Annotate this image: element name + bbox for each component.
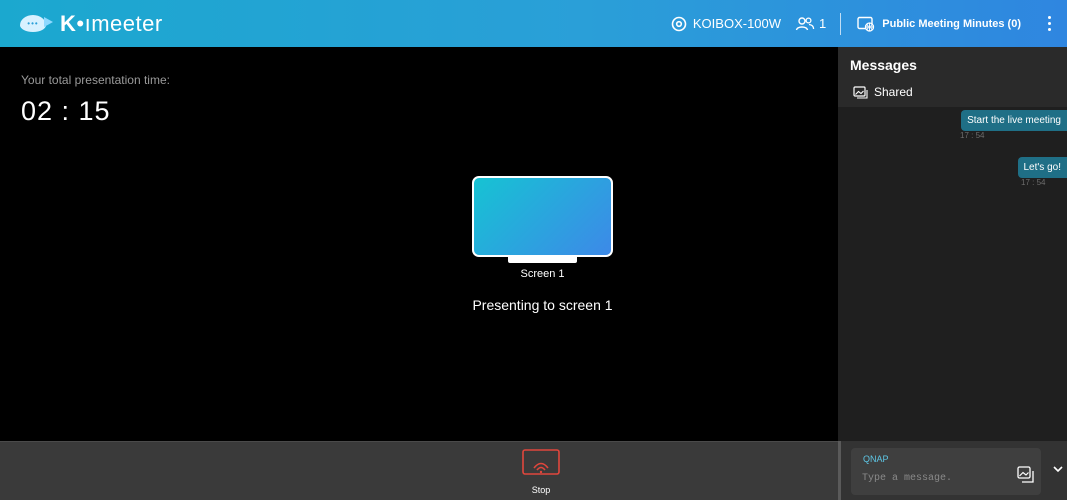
device-name: KOIBOX-100W [692,16,782,31]
message-input[interactable] [862,469,1002,487]
presentation-time-label: Your total presentation time: [21,73,170,87]
meeting-minutes-button[interactable]: Public Meeting Minutes (0) [857,16,1021,32]
meeting-minutes-label: Public Meeting Minutes (0) [882,17,1021,30]
message-composer: QNAP [838,441,1067,500]
image-attach-icon[interactable] [1017,466,1035,484]
presenting-status: Presenting to screen 1 [472,297,613,313]
logo-text-prefix: K [60,10,77,36]
sender-name: QNAP [863,454,889,464]
device-location[interactable]: KOIBOX-100W [671,16,781,32]
stop-cast-icon [522,449,560,475]
messages-title: Messages [850,57,917,73]
users-icon [795,16,815,30]
stop-label: Stop [531,485,551,495]
presentation-timer: 02 : 15 [21,96,111,126]
chat-bubble-logo-icon: ••• [20,15,53,32]
screen-1-monitor-icon [472,176,613,257]
more-vertical-icon[interactable] [1041,15,1057,33]
koimeeter-logo: ••• K•ımeeter [20,0,163,47]
top-bar: ••• K•ımeeter KOIBOX-100W 1 Public Meeti… [0,0,1067,47]
messages-header: Messages Shared [838,47,1067,107]
shared-label: Shared [874,85,913,99]
control-bar: Stop [0,441,838,500]
location-pin-icon [671,16,687,31]
screen-label: Screen 1 [520,268,565,280]
message-time: 17 : 54 [1021,178,1046,187]
message-bubble: Let's go! [1017,157,1067,178]
image-icon [853,85,868,99]
messages-panel: Messages Shared Start the live meeting 1… [838,47,1067,441]
participants-button[interactable]: 1 [795,12,842,35]
chevron-down-icon[interactable] [1053,465,1063,473]
message-bubble: Start the live meeting [961,110,1067,131]
participant-count: 1 [819,16,827,31]
monitor-stand [508,256,577,263]
message-time: 17 : 54 [960,131,985,140]
presentation-stage: Your total presentation time: 02 : 15 [0,47,838,441]
logo-text-suffix: meeter [91,10,163,36]
logo-text-mid: •ı [76,10,92,36]
message-input-box: QNAP [851,448,1041,495]
meeting-minutes-icon [857,16,875,32]
stop-button[interactable]: Stop [521,448,561,495]
logo-text: K•ımeeter [60,11,163,37]
shared-files-link[interactable]: Shared [853,85,913,99]
